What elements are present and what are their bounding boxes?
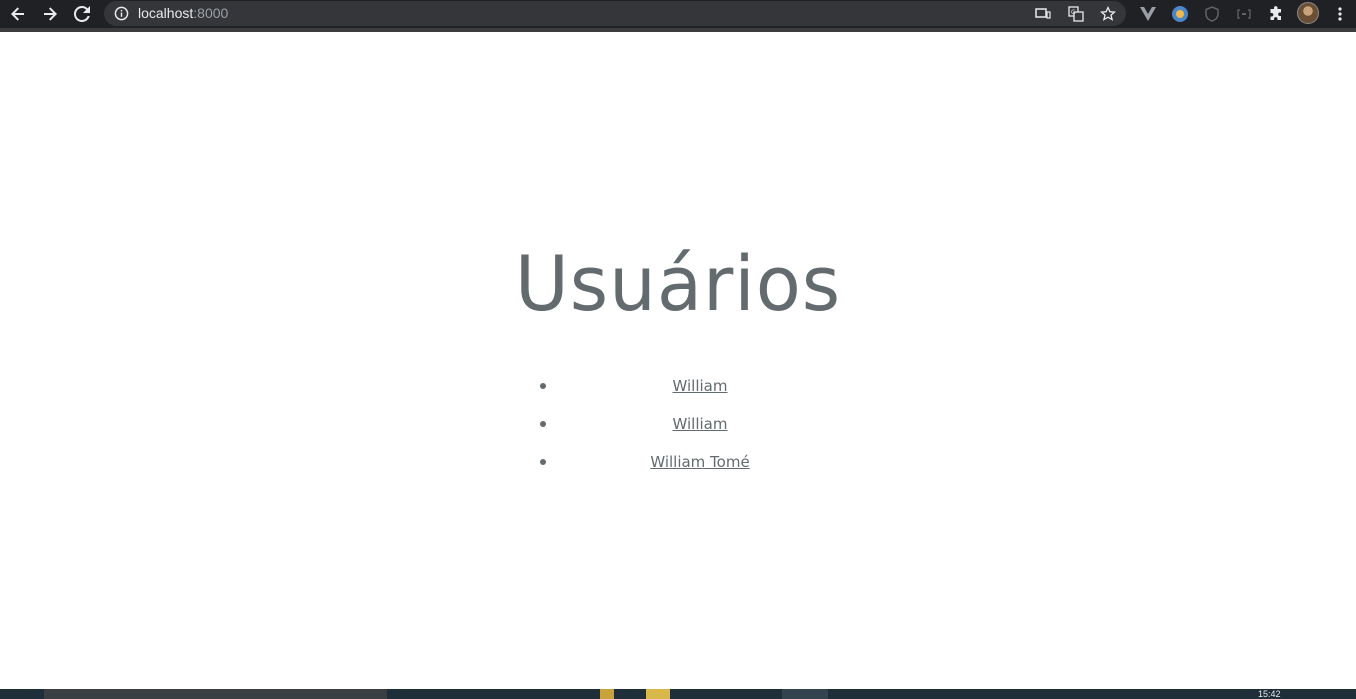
user-list: William William William Tomé [540, 373, 855, 487]
bracket-extension-icon[interactable] [1233, 3, 1255, 25]
back-button[interactable] [4, 1, 32, 27]
page-title: Usuários [514, 239, 842, 328]
taskbar-search-box[interactable] [44, 689, 387, 699]
forward-button[interactable] [36, 1, 64, 27]
list-item: William [540, 411, 855, 449]
address-bar[interactable]: localhost:8000 G [104, 1, 1126, 26]
reload-icon [74, 6, 90, 22]
list-item: William Tomé [540, 449, 855, 487]
bullet-icon [540, 383, 546, 389]
avatar[interactable] [1297, 2, 1319, 24]
page-content: Usuários William William William Tomé [0, 32, 1356, 689]
folder-icon[interactable] [646, 689, 670, 699]
url-text[interactable]: localhost:8000 [138, 1, 228, 26]
bullet-icon [540, 421, 546, 427]
url-host: localhost [138, 5, 194, 21]
taskbar-clock: 15:42 [1258, 689, 1281, 699]
puzzle-icon[interactable] [1265, 3, 1287, 25]
svg-text:G: G [1071, 9, 1076, 16]
browser-toolbar: localhost:8000 G [0, 0, 1356, 28]
taskbar-active-app[interactable] [782, 689, 828, 699]
info-icon[interactable] [114, 6, 129, 21]
vue-devtools-icon[interactable] [1137, 3, 1159, 25]
list-item: William [540, 373, 855, 411]
translate-icon[interactable]: G [1067, 5, 1085, 23]
kebab-menu-icon[interactable] [1329, 3, 1351, 25]
star-icon[interactable] [1099, 5, 1117, 23]
back-arrow-icon [11, 7, 24, 21]
extension-badge-icon[interactable] [1169, 3, 1191, 25]
shield-icon[interactable] [1201, 3, 1223, 25]
reload-button[interactable] [68, 1, 96, 27]
taskbar-app-icon[interactable] [600, 689, 614, 699]
user-link[interactable]: William Tomé [650, 453, 749, 471]
user-link[interactable]: William [673, 415, 728, 433]
user-link[interactable]: William [673, 377, 728, 395]
url-port: :8000 [193, 5, 229, 21]
os-taskbar: 15:42 [0, 689, 1356, 699]
bullet-icon [540, 459, 546, 465]
cast-icon[interactable] [1034, 5, 1052, 23]
forward-arrow-icon [44, 7, 57, 21]
